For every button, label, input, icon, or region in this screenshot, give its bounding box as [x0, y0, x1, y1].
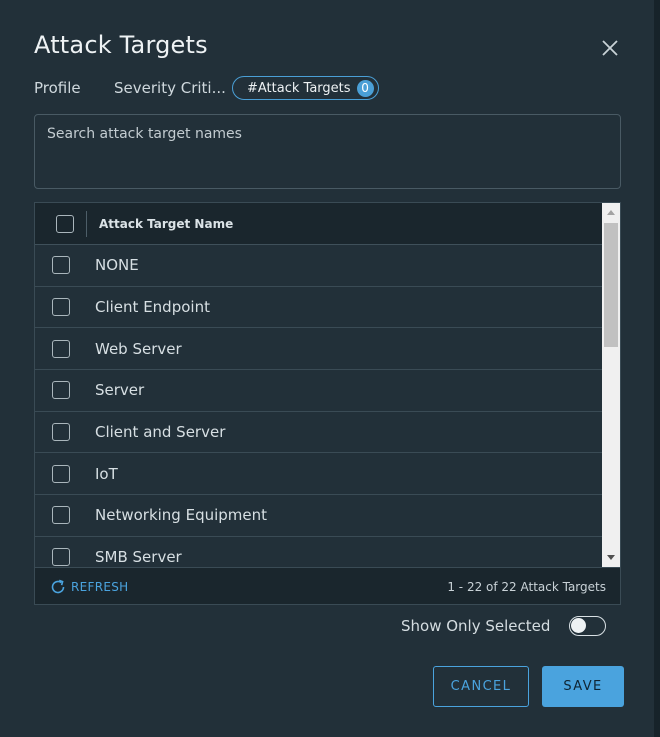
row-checkbox[interactable]: [52, 256, 70, 275]
save-button[interactable]: SAVE: [542, 666, 624, 707]
row-checkbox[interactable]: [52, 423, 70, 442]
row-checkbox[interactable]: [52, 298, 70, 317]
column-header-name[interactable]: Attack Target Name: [99, 217, 233, 231]
cancel-button[interactable]: CANCEL: [433, 666, 529, 707]
table-row[interactable]: Client Endpoint: [35, 287, 602, 329]
tab-attack-targets[interactable]: #Attack Targets 0: [232, 76, 379, 100]
table-row[interactable]: Server: [35, 370, 602, 412]
row-checkbox[interactable]: [52, 339, 70, 358]
window-edge: [654, 0, 660, 737]
row-label: SMB Server: [95, 548, 182, 567]
search-input[interactable]: [34, 114, 621, 189]
row-label: Networking Equipment: [95, 506, 268, 525]
row-checkbox[interactable]: [52, 548, 70, 567]
refresh-icon: [51, 579, 65, 593]
table-row[interactable]: IoT: [35, 453, 602, 496]
refresh-label: REFRESH: [71, 579, 129, 594]
show-only-selected-toggle[interactable]: [569, 616, 607, 636]
row-label: Client Endpoint: [95, 298, 210, 317]
tab-severity-criteria[interactable]: Severity Criti...: [114, 79, 232, 97]
show-only-selected: Show Only Selected: [401, 615, 607, 637]
grid-header: Attack Target Name: [35, 203, 602, 245]
scroll-up-button[interactable]: [602, 203, 620, 221]
scroll-down-button[interactable]: [602, 549, 620, 567]
grid-footer: REFRESH 1 - 22 of 22 Attack Targets: [35, 567, 620, 604]
vertical-scrollbar[interactable]: [602, 203, 620, 567]
close-icon: [602, 40, 618, 56]
close-button[interactable]: [598, 36, 622, 60]
dialog-title: Attack Targets: [34, 31, 208, 59]
row-label: Web Server: [95, 339, 182, 358]
refresh-button[interactable]: REFRESH: [49, 578, 128, 596]
grid-rows: NONE Client Endpoint Web Server Server C…: [35, 245, 602, 579]
row-label: Client and Server: [95, 423, 226, 442]
table-row[interactable]: Networking Equipment: [35, 495, 602, 537]
toggle-label: Show Only Selected: [401, 617, 551, 635]
attack-targets-dialog: Attack Targets Profile Severity Criti...…: [0, 0, 654, 737]
attack-targets-grid: Attack Target Name NONE Client Endpoint …: [34, 202, 621, 605]
table-row[interactable]: Client and Server: [35, 412, 602, 454]
row-label: NONE: [95, 256, 139, 275]
toggle-knob: [571, 618, 587, 633]
row-checkbox[interactable]: [52, 506, 70, 525]
select-all-checkbox[interactable]: [56, 214, 74, 233]
arrow-up-icon: [607, 210, 615, 215]
table-row[interactable]: NONE: [35, 245, 602, 287]
tab-attack-targets-label: #Attack Targets: [247, 80, 351, 96]
pagination-count: 1 - 22 of 22 Attack Targets: [447, 579, 606, 594]
scroll-thumb[interactable]: [604, 223, 618, 347]
column-divider: [86, 210, 87, 237]
table-row[interactable]: Web Server: [35, 328, 602, 371]
count-badge: 0: [356, 79, 374, 97]
tab-bar: Profile Severity Criti... #Attack Target…: [34, 75, 379, 101]
arrow-down-icon: [607, 555, 615, 560]
row-label: Server: [95, 381, 145, 400]
row-checkbox[interactable]: [52, 381, 70, 400]
tab-profile[interactable]: Profile: [34, 79, 114, 97]
row-checkbox[interactable]: [52, 464, 70, 483]
row-label: IoT: [95, 464, 118, 483]
